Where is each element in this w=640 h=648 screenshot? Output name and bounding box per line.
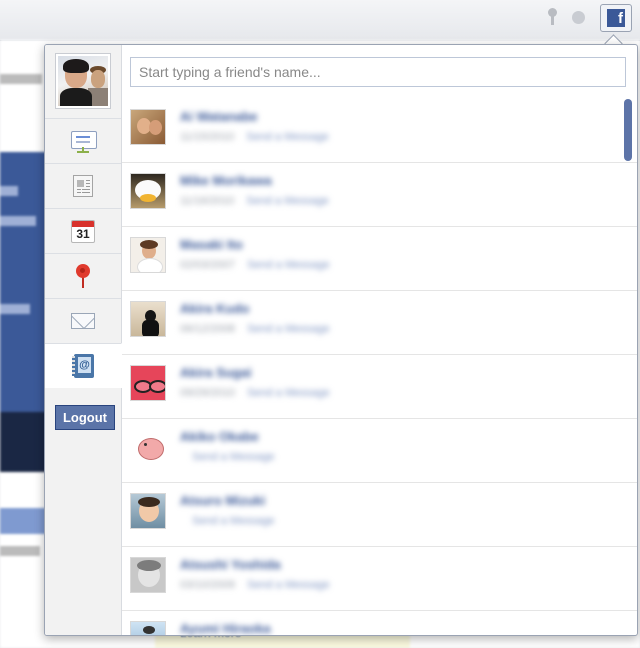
friend-avatar bbox=[130, 365, 166, 401]
location-pin-icon bbox=[71, 264, 95, 288]
friend-timestamp: 02/03/2007 bbox=[180, 259, 236, 271]
friend-avatar bbox=[130, 173, 166, 209]
send-message-link[interactable]: Send a Message bbox=[247, 259, 330, 271]
friend-name[interactable]: Akira Kudo bbox=[180, 301, 249, 316]
friend-avatar bbox=[130, 621, 166, 635]
facebook-icon: f bbox=[607, 9, 625, 27]
friend-name[interactable]: Akira Sugai bbox=[180, 365, 252, 380]
friend-name[interactable]: Akiko Okabe bbox=[180, 429, 259, 444]
extension-icon[interactable] bbox=[570, 6, 588, 28]
friend-timestamp: 11/15/2010 bbox=[180, 131, 235, 143]
sidebar: 31 Logout bbox=[45, 45, 122, 635]
avatar bbox=[58, 56, 108, 106]
send-message-link[interactable]: Send a Message bbox=[247, 387, 330, 399]
friends-list: Ai Watanabe 11/15/2010 Send a Message Mik… bbox=[122, 99, 637, 635]
friend-search-input[interactable] bbox=[130, 57, 626, 87]
friend-timestamp: 11/16/2010 bbox=[180, 195, 235, 207]
list-item[interactable]: Akira Sugai 09/29/2010 Send a Message bbox=[122, 355, 637, 419]
list-item[interactable]: Akiko Okabe Send a Message bbox=[122, 419, 637, 483]
list-item[interactable]: Ai Watanabe 11/15/2010 Send a Message bbox=[122, 99, 637, 163]
sidebar-item-contacts[interactable] bbox=[45, 343, 122, 388]
send-message-link[interactable]: Send a Message bbox=[247, 323, 330, 335]
send-message-link[interactable]: Send a Message bbox=[247, 579, 330, 591]
calendar-icon-day: 31 bbox=[76, 227, 90, 241]
list-item[interactable]: Atsushi Yoshida 03/10/2009 Send a Message bbox=[122, 547, 637, 611]
sidebar-item-places[interactable] bbox=[45, 253, 121, 298]
list-item[interactable]: Akira Kudo 06/12/2008 Send a Message bbox=[122, 291, 637, 355]
friend-name[interactable]: Atsuro Mizuki bbox=[180, 493, 265, 508]
friend-name[interactable]: Mike Morikawa bbox=[180, 173, 272, 188]
send-message-link[interactable]: Send a Message bbox=[192, 515, 275, 527]
friend-avatar bbox=[130, 429, 166, 465]
sidebar-item-news-feed[interactable] bbox=[45, 118, 121, 163]
pin-icon[interactable] bbox=[543, 6, 561, 28]
send-message-link[interactable]: Send a Message bbox=[192, 451, 275, 463]
friend-name[interactable]: Atsushi Yoshida bbox=[180, 557, 281, 572]
friend-avatar bbox=[130, 109, 166, 145]
envelope-icon bbox=[71, 309, 95, 333]
sidebar-item-notes[interactable] bbox=[45, 163, 121, 208]
friend-avatar bbox=[130, 301, 166, 337]
list-item[interactable]: Mike Morikawa 11/16/2010 Send a Message bbox=[122, 163, 637, 227]
news-feed-icon bbox=[71, 129, 97, 153]
logout-button[interactable]: Logout bbox=[55, 405, 115, 430]
list-item[interactable]: Masaki Ito 02/03/2007 Send a Message bbox=[122, 227, 637, 291]
address-book-icon bbox=[71, 354, 95, 378]
friend-timestamp: 03/10/2009 bbox=[180, 579, 236, 591]
sidebar-item-messages[interactable] bbox=[45, 298, 121, 343]
friend-avatar bbox=[130, 237, 166, 273]
friend-name[interactable]: Ayumi Hiraoka bbox=[180, 621, 271, 635]
facebook-extension-button[interactable]: f bbox=[600, 4, 632, 32]
notes-icon bbox=[71, 174, 95, 198]
list-item[interactable]: Ayumi Hiraoka bbox=[122, 611, 637, 635]
profile-picture[interactable] bbox=[55, 53, 111, 109]
send-message-link[interactable]: Send a Message bbox=[246, 131, 329, 143]
friend-avatar bbox=[130, 493, 166, 529]
friend-avatar bbox=[130, 557, 166, 593]
browser-toolbar: f bbox=[0, 0, 640, 41]
calendar-icon: 31 bbox=[71, 219, 95, 243]
friend-name[interactable]: Masaki Ito bbox=[180, 237, 243, 252]
list-item[interactable]: Atsuro Mizuki Send a Message bbox=[122, 483, 637, 547]
friend-name[interactable]: Ai Watanabe bbox=[180, 109, 258, 124]
friend-timestamp: 06/12/2008 bbox=[180, 323, 236, 335]
friends-list-scrollbar[interactable] bbox=[624, 99, 632, 161]
send-message-link[interactable]: Send a Message bbox=[246, 195, 329, 207]
sidebar-item-events[interactable]: 31 bbox=[45, 208, 121, 253]
friend-timestamp: 09/29/2010 bbox=[180, 387, 236, 399]
friends-popup: 31 Logout Ai Watanabe 11/15/2010 Send a M… bbox=[44, 44, 638, 636]
